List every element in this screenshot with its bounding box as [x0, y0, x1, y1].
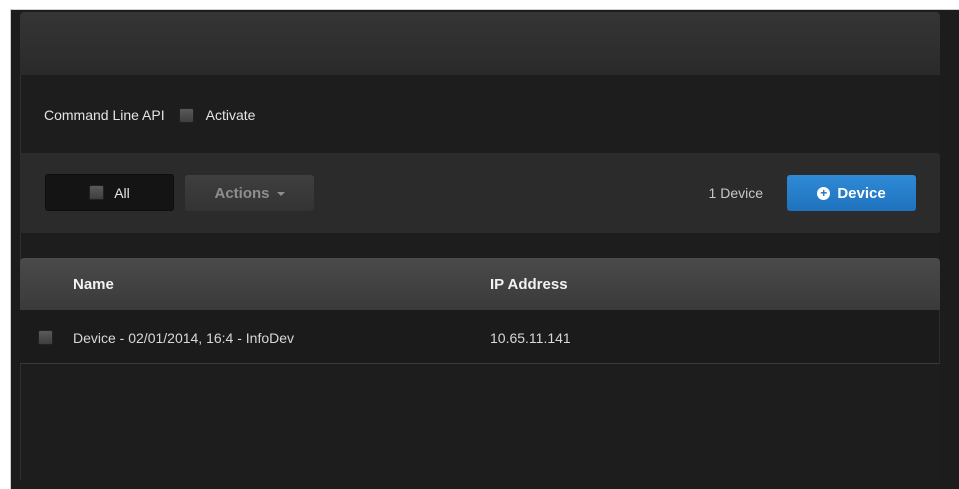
command-line-api-label: Command Line API	[44, 107, 165, 123]
select-all-label: All	[114, 184, 130, 201]
caret-down-icon	[276, 192, 285, 196]
actions-label: Actions	[214, 184, 270, 202]
device-toolbar: All Actions 1 Device + Device	[20, 153, 940, 233]
actions-dropdown-button[interactable]: Actions	[185, 175, 314, 211]
column-header-name[interactable]: Name	[73, 276, 114, 293]
command-line-api-row: Command Line API Activate	[44, 107, 255, 123]
select-all-checkbox[interactable]	[89, 185, 105, 200]
plus-circle-icon: +	[817, 186, 831, 200]
top-bar	[20, 12, 940, 75]
select-all-toggle[interactable]: All	[45, 174, 174, 211]
row-checkbox[interactable]	[38, 330, 53, 345]
add-device-button[interactable]: + Device	[787, 175, 916, 211]
device-table: Name IP Address Device - 02/01/2014, 16:…	[20, 258, 940, 364]
device-name-cell[interactable]: Device - 02/01/2014, 16:4 - InfoDev	[73, 330, 294, 346]
activate-checkbox[interactable]	[178, 107, 194, 123]
device-count: 1 Device	[708, 185, 763, 201]
table-row[interactable]: Device - 02/01/2014, 16:4 - InfoDev 10.6…	[20, 310, 940, 364]
table-header: Name IP Address	[20, 258, 940, 310]
column-header-ip-address[interactable]: IP Address	[490, 276, 568, 293]
activate-label[interactable]: Activate	[206, 107, 256, 123]
ip-address-cell: 10.65.11.141	[490, 330, 571, 346]
add-device-label: Device	[837, 184, 886, 202]
